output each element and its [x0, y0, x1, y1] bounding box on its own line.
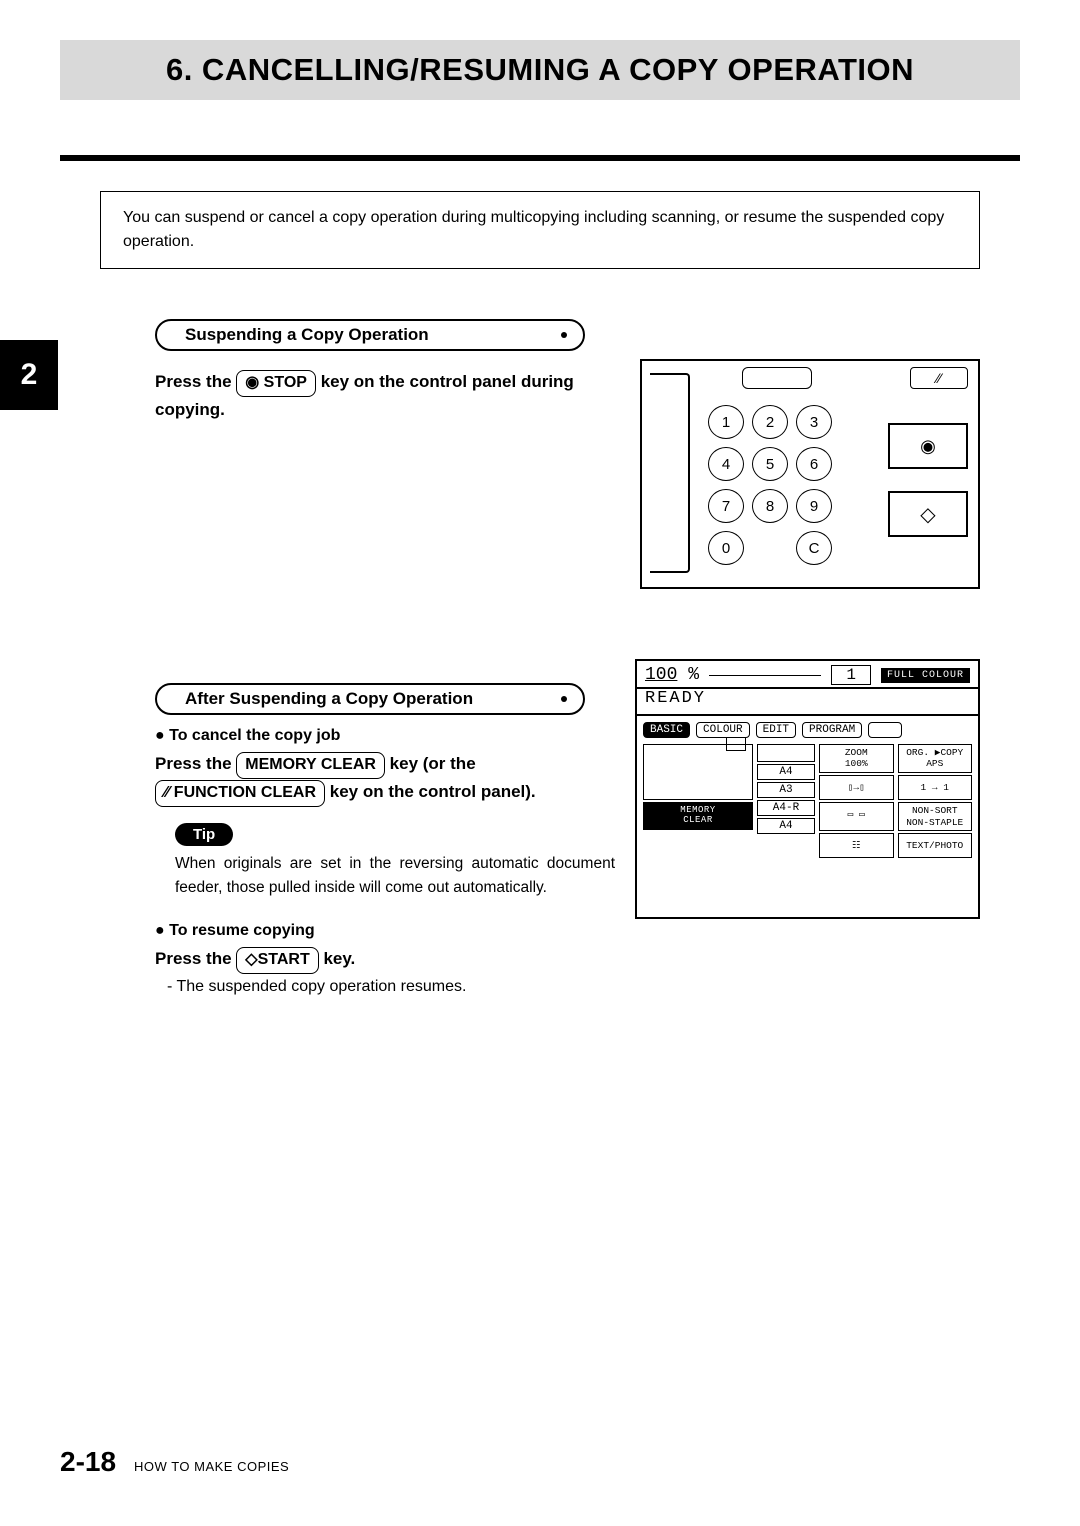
tray-a4b: A4 [757, 818, 815, 834]
start-key: ◇ [888, 491, 968, 537]
key-7: 7 [708, 489, 744, 523]
key-5: 5 [752, 447, 788, 481]
text: key (or the [390, 754, 476, 773]
footer: 2-18 HOW TO MAKE COPIES [60, 1446, 289, 1478]
key-6: 6 [796, 447, 832, 481]
top-long-key [742, 367, 812, 389]
zoom-cell: ZOOM100% [819, 744, 894, 773]
text: Press the [155, 372, 236, 391]
sort-icon-cell: ▭ ▭ [819, 802, 894, 831]
section-heading-suspend: Suspending a Copy Operation [155, 319, 585, 351]
resume-note: - The suspended copy operation resumes. [167, 978, 980, 996]
stop-key: ◉ [888, 423, 968, 469]
spacer [709, 675, 821, 676]
lcd-tabs: BASIC COLOUR EDIT PROGRAM [637, 716, 978, 742]
zoom-value: 100 [645, 665, 677, 685]
lcd-status: READY [637, 689, 978, 716]
cancel-instruction: Press the MEMORY CLEAR key (or the ⁄⁄ FU… [155, 751, 635, 807]
text: key on the control panel). [330, 782, 536, 801]
paper-preview [643, 744, 753, 800]
clear-icon: ⁄⁄ [937, 370, 942, 386]
tab-edit: EDIT [756, 722, 796, 738]
resume-bullet: To resume copying [155, 922, 980, 940]
footer-label: HOW TO MAKE COPIES [134, 1459, 289, 1474]
stop-icon: ◉ [920, 436, 936, 457]
stop-instruction: Press the ◉ STOP key on the control pane… [155, 369, 635, 423]
chapter-tab: 2 [0, 340, 58, 410]
function-clear-key-label: ⁄⁄ FUNCTION CLEAR [155, 780, 325, 807]
start-key-label: ◇START [236, 947, 318, 974]
text: Press the [155, 949, 236, 968]
numeric-keypad: 1 2 3 4 5 6 7 8 9 0 C [708, 405, 832, 565]
lcd-body: MEMORY CLEAR A4 A3 A4-R A4 ZOOM100% ORG.… [637, 742, 978, 864]
key-4: 4 [708, 447, 744, 481]
tab-basic: BASIC [643, 722, 690, 738]
resume-instruction: Press the ◇START key. [155, 946, 635, 974]
text: key. [323, 949, 355, 968]
duplex-cell: 1 → 1 [898, 775, 973, 800]
tray-top [757, 744, 815, 762]
tray-a4r: A4-R [757, 800, 815, 816]
text: Press the [155, 754, 236, 773]
textphoto-cell: TEXT/PHOTO [898, 833, 973, 858]
key-9: 9 [796, 489, 832, 523]
page-title: 6. CANCELLING/RESUMING A COPY OPERATION [60, 40, 1020, 100]
copy-count: 1 [831, 665, 871, 685]
tab-program: PROGRAM [802, 722, 862, 738]
stop-key-label: ◉ STOP [236, 370, 316, 397]
tip-text: When originals are set in the reversing … [175, 852, 615, 900]
tip-badge: Tip [175, 823, 233, 846]
page-number: 2-18 [60, 1446, 116, 1478]
key-0: 0 [708, 531, 744, 565]
key-8: 8 [752, 489, 788, 523]
duplex-icon-cell: ▯→▯ [819, 775, 894, 800]
tab-colour: COLOUR [696, 722, 750, 738]
lcd-diagram: 100 % 1 FULL COLOUR READY BASIC COLOUR E… [635, 659, 980, 919]
lcd-header: 100 % 1 FULL COLOUR [637, 661, 978, 689]
textphoto-icon-cell: ☷ [819, 833, 894, 858]
start-icon: ◇ [920, 502, 935, 527]
org-copy-cell: ORG. ▶COPYAPS [898, 744, 973, 773]
function-clear-key: ⁄⁄ [910, 367, 968, 389]
tray-a4: A4 [757, 764, 815, 780]
memory-clear-key-label: MEMORY CLEAR [236, 752, 385, 779]
tray-a3: A3 [757, 782, 815, 798]
memory-clear-button: MEMORY CLEAR [643, 802, 753, 830]
key-1: 1 [708, 405, 744, 439]
section-heading-after-suspend: After Suspending a Copy Operation [155, 683, 585, 715]
tab-extra [868, 722, 902, 738]
key-2: 2 [752, 405, 788, 439]
full-colour-badge: FULL COLOUR [881, 668, 970, 683]
divider [60, 155, 1020, 161]
control-panel-diagram: ⁄⁄ 1 2 3 4 5 6 7 8 9 0 C ◉ ◇ [640, 359, 980, 589]
key-c: C [796, 531, 832, 565]
zoom-unit: % [688, 665, 699, 685]
sort-cell: NON-SORT NON-STAPLE [898, 802, 973, 831]
key-3: 3 [796, 405, 832, 439]
intro-text: You can suspend or cancel a copy operati… [100, 191, 980, 269]
lcd-edge [650, 373, 690, 573]
